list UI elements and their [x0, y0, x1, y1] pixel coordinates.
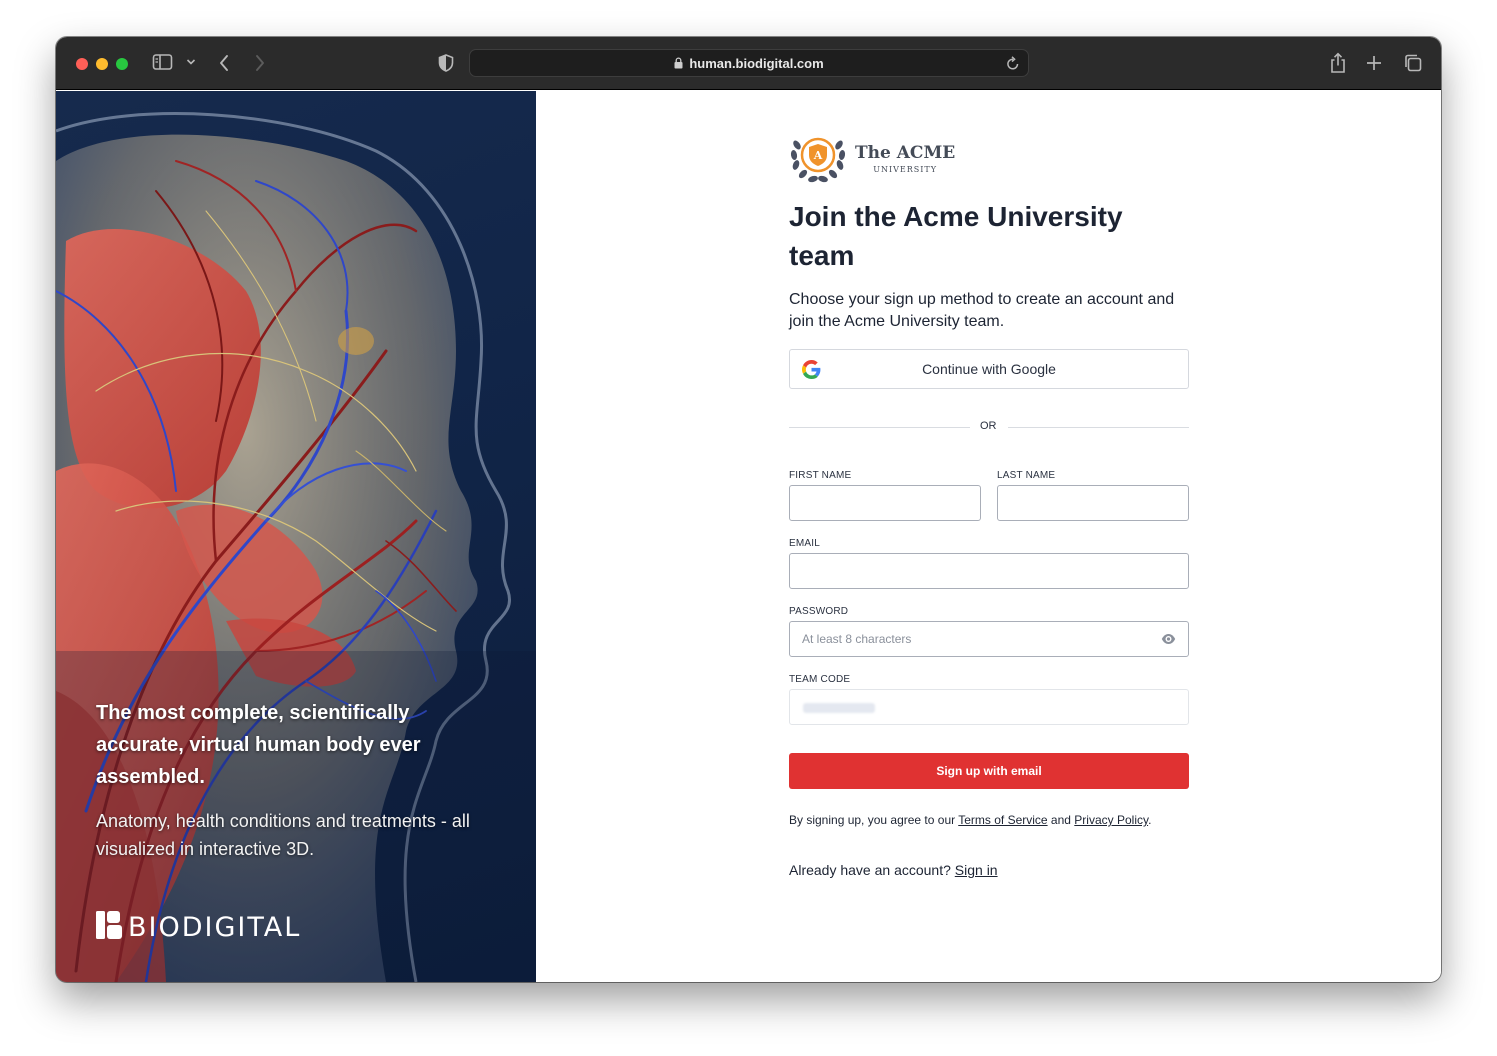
biodigital-brand[interactable]: BIODIGITAL: [96, 910, 302, 944]
first-name-label: FIRST NAME: [789, 470, 852, 481]
terms-and: and: [1047, 813, 1075, 827]
password-placeholder: At least 8 characters: [802, 632, 912, 646]
signin-prompt: Already have an account? Sign in: [789, 862, 998, 878]
hero-panel: The most complete, scientifically accura…: [56, 91, 536, 982]
password-label: PASSWORD: [789, 606, 849, 617]
signup-pane: A The ACME UNIVERSITY Join the Acme Univ…: [536, 91, 1441, 982]
sign-in-link[interactable]: Sign in: [955, 862, 998, 878]
zoom-window-button[interactable]: [116, 58, 128, 70]
terms-notice: By signing up, you agree to our Terms of…: [789, 813, 1189, 827]
acme-crest-icon: A: [789, 129, 847, 188]
url-text: human.biodigital.com: [689, 55, 824, 71]
chevron-down-icon[interactable]: [186, 58, 196, 66]
plus-icon[interactable]: [1366, 55, 1382, 71]
minimize-window-button[interactable]: [96, 58, 108, 70]
browser-titlebar: human.biodigital.com: [56, 37, 1441, 90]
shield-icon[interactable]: [438, 54, 454, 72]
password-field[interactable]: At least 8 characters: [789, 621, 1189, 657]
divider-line-right: [1008, 427, 1189, 428]
sign-up-with-email-button[interactable]: Sign up with email: [789, 753, 1189, 789]
terms-suffix: .: [1148, 813, 1152, 827]
back-icon[interactable]: [218, 54, 230, 72]
hero-headline: The most complete, scientifically accura…: [96, 702, 421, 788]
reload-icon[interactable]: [1006, 55, 1020, 71]
page-content: The most complete, scientifically accura…: [56, 91, 1441, 982]
google-icon: [802, 360, 821, 382]
or-divider: OR: [789, 419, 1189, 437]
browser-window: human.biodigital.com The most complete, …: [56, 37, 1441, 982]
google-button-label: Continue with Google: [922, 361, 1056, 377]
email-field[interactable]: [789, 553, 1189, 589]
first-name-field[interactable]: [789, 485, 981, 521]
email-label: EMAIL: [789, 538, 821, 549]
forward-icon[interactable]: [254, 54, 266, 72]
last-name-label: LAST NAME: [997, 470, 1056, 481]
continue-with-google-button[interactable]: Continue with Google: [789, 349, 1189, 389]
team-code-label: TEAM CODE: [789, 674, 851, 685]
hero-subtext: Anatomy, health conditions and treatment…: [96, 811, 470, 859]
divider-line-left: [789, 427, 970, 428]
page-title: Join the Acme University team: [789, 201, 1123, 271]
biodigital-logo-icon: [96, 910, 122, 944]
team-code-field[interactable]: [789, 689, 1189, 725]
sidebar-icon[interactable]: [152, 53, 174, 71]
eye-icon[interactable]: [1161, 633, 1176, 645]
brand-name: BIODIGITAL: [128, 911, 302, 943]
close-window-button[interactable]: [76, 58, 88, 70]
page-subtitle: Choose your sign up method to create an …: [789, 291, 1175, 330]
signin-prompt-text: Already have an account?: [789, 862, 955, 878]
redacted-team-code: [803, 703, 875, 713]
tabs-icon[interactable]: [1403, 53, 1423, 73]
crest-letter: A: [813, 149, 823, 162]
address-bar[interactable]: human.biodigital.com: [469, 49, 1029, 77]
acme-logo: A The ACME UNIVERSITY: [789, 129, 955, 188]
lock-icon: [674, 57, 683, 69]
logo-tagline: UNIVERSITY: [873, 165, 938, 174]
or-text: OR: [980, 420, 997, 432]
share-icon[interactable]: [1329, 52, 1347, 74]
logo-text: The ACME UNIVERSITY: [855, 143, 955, 174]
terms-of-service-link[interactable]: Terms of Service: [958, 813, 1047, 827]
last-name-field[interactable]: [997, 485, 1189, 521]
terms-prefix: By signing up, you agree to our: [789, 813, 959, 827]
logo-name: The ACME: [855, 143, 956, 163]
privacy-policy-link[interactable]: Privacy Policy: [1074, 813, 1148, 827]
